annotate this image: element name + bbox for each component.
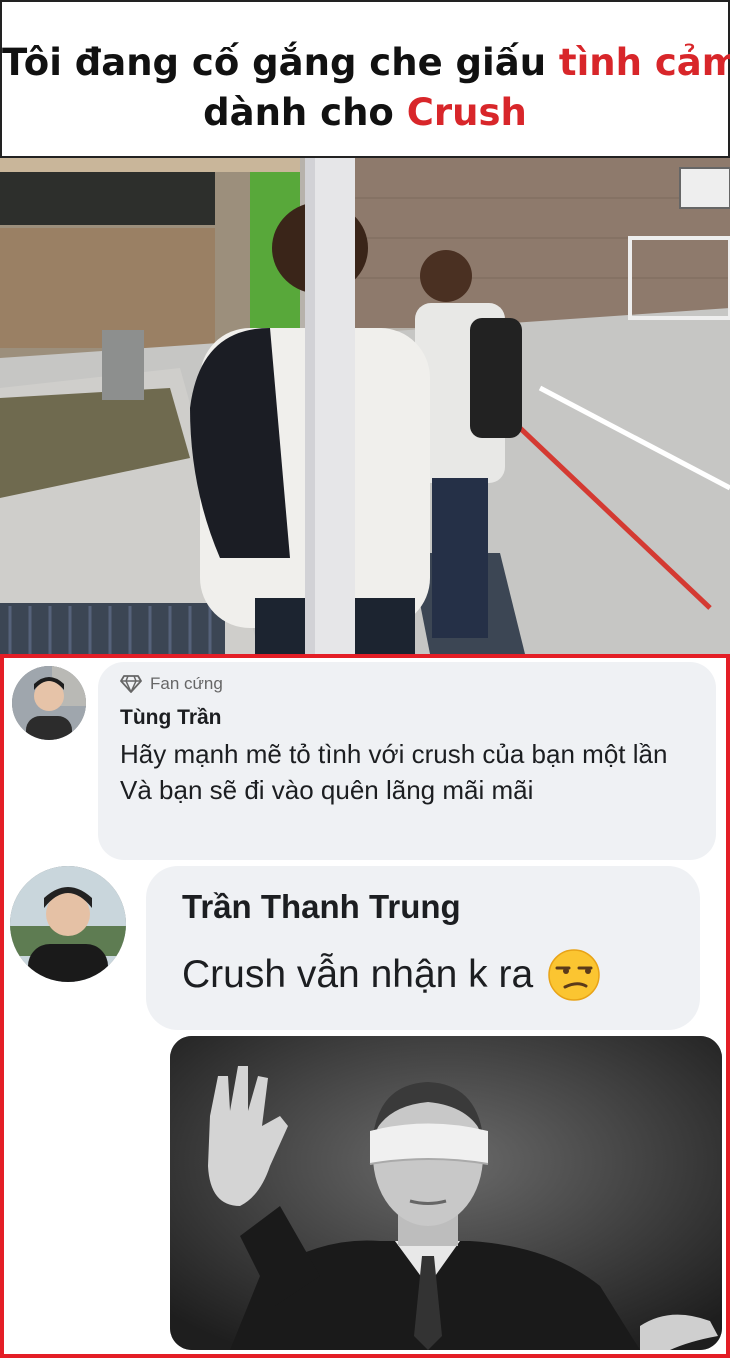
caption-line-2: dành cho Crush (2, 88, 728, 138)
caption-line-1-highlight: tình cảm (558, 41, 730, 84)
caption-line-2-text: dành cho (203, 91, 407, 134)
avatar-tung-tran[interactable] (12, 666, 86, 740)
meme-photo (0, 158, 730, 654)
school-yard-illustration (0, 158, 730, 654)
unamused-face-emoji (548, 949, 600, 1001)
caption-line-1-text: Tôi đang cố gắng che giấu (2, 41, 559, 84)
comment-author-name[interactable]: Trần Thanh Trung (182, 888, 461, 926)
avatar-icon (12, 666, 86, 740)
comments-panel: Fan cứng Tùng Trần Hãy mạnh mẽ tỏ tình v… (0, 654, 730, 1358)
caption-line-1: Tôi đang cố gắng che giấu tình cảm (2, 38, 730, 88)
diamond-icon (120, 675, 142, 693)
top-fan-badge: Fan cứng (120, 674, 223, 694)
meme-caption: Tôi đang cố gắng che giấu tình cảm dành … (0, 0, 730, 158)
caption-line-2-highlight: Crush (406, 91, 527, 134)
comment-author-name[interactable]: Tùng Trần (120, 706, 222, 730)
comment-text-body: Crush vẫn nhận k ra (182, 953, 534, 996)
comment-bubble-tran-thanh-trung: Trần Thanh Trung Crush vẫn nhận k ra (146, 866, 700, 1030)
avatar-icon (10, 866, 126, 982)
avatar-tran-thanh-trung[interactable] (10, 866, 126, 982)
badge-label: Fan cứng (150, 674, 223, 693)
blindfolded-man-image[interactable] (170, 1036, 722, 1350)
comment-text: Hãy mạnh mẽ tỏ tình với crush của bạn mộ… (120, 739, 668, 805)
comment-text: Crush vẫn nhận k ra (182, 948, 601, 1002)
blindfolded-man-illustration (170, 1036, 722, 1350)
comment-bubble-tung-tran: Fan cứng Tùng Trần Hãy mạnh mẽ tỏ tình v… (98, 662, 716, 860)
